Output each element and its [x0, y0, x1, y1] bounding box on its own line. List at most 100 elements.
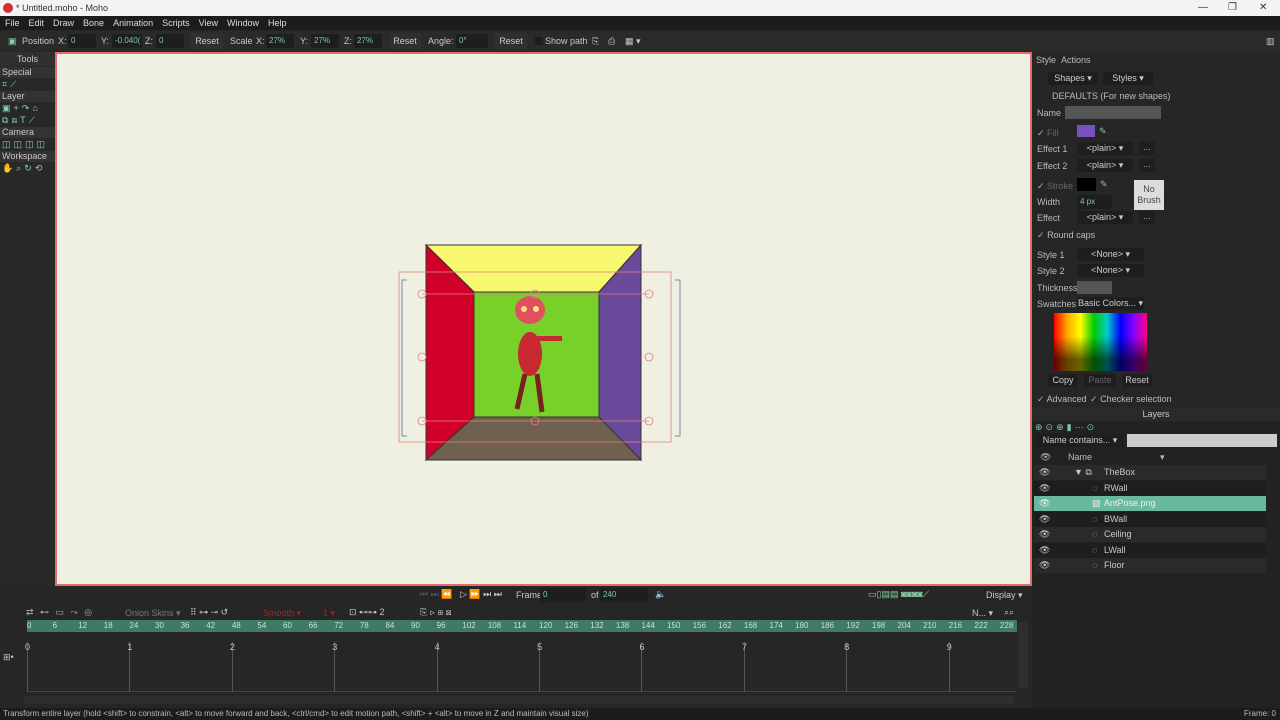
- paste-button[interactable]: Paste: [1084, 374, 1116, 387]
- fill-eyedropper-icon[interactable]: ✎: [1099, 126, 1107, 137]
- layer-row[interactable]: 👁 ◌ BWall: [1034, 511, 1266, 527]
- effect1-more-button[interactable]: ...: [1139, 142, 1155, 155]
- tool-button-icon[interactable]: ↷: [22, 102, 30, 114]
- tab-actions[interactable]: Actions: [1061, 55, 1091, 65]
- layer-row[interactable]: 👁 ◌ Floor: [1034, 558, 1266, 573]
- swatches-dropdown[interactable]: Basic Colors... ▾: [1077, 297, 1144, 310]
- onion-skins-dropdown[interactable]: Onion Skins ▾: [125, 608, 181, 619]
- total-frames-input[interactable]: 240: [600, 588, 648, 602]
- tool-button-icon[interactable]: T: [20, 114, 26, 126]
- position-y-input[interactable]: -0.040(: [112, 34, 142, 48]
- options-dropdown-icon[interactable]: ▦ ▾: [625, 31, 641, 51]
- stroke-color-swatch[interactable]: [1077, 178, 1096, 191]
- timeline-zoom-dropdown[interactable]: N... ▾: [972, 608, 993, 619]
- shapes-dropdown[interactable]: Shapes ▾: [1048, 72, 1098, 85]
- style2-dropdown[interactable]: <None> ▾: [1077, 264, 1144, 277]
- stroke-checkbox[interactable]: ✓ Stroke: [1037, 181, 1073, 192]
- interpolation-dropdown[interactable]: Smooth ▾: [263, 608, 301, 619]
- advanced-checkbox[interactable]: ✓ Advanced: [1037, 394, 1087, 405]
- playback-rewind-icons[interactable]: ⏮ ⏭ ⏪: [420, 589, 452, 600]
- menu-view[interactable]: View: [199, 16, 218, 30]
- visibility-eye-icon[interactable]: 👁: [1039, 543, 1050, 558]
- sequencer-icons[interactable]: ⎘ ⊳ ⊞ ⊠: [420, 607, 451, 618]
- checker-selection-checkbox[interactable]: ✓ Checker selection: [1090, 394, 1172, 405]
- layer-copy-icon[interactable]: ⎙: [608, 31, 615, 51]
- stroke-eyedropper-icon[interactable]: ✎: [1100, 179, 1108, 190]
- tool-button-icon[interactable]: ✋: [2, 162, 13, 174]
- visibility-eye-icon[interactable]: 👁: [1039, 465, 1050, 480]
- scale-y-input[interactable]: 27%: [311, 34, 339, 48]
- tool-button-icon[interactable]: ▣: [2, 102, 11, 114]
- timeline-horizontal-scrollbar[interactable]: [24, 696, 1014, 704]
- sort-chevron-icon[interactable]: ▾: [1160, 452, 1165, 463]
- reset-angle-button[interactable]: Reset: [495, 33, 527, 49]
- reset-swatches-button[interactable]: Reset: [1122, 374, 1152, 387]
- effect-more-button[interactable]: ...: [1139, 211, 1155, 224]
- thickness-input[interactable]: [1077, 281, 1112, 294]
- layer-search-input[interactable]: [1127, 434, 1277, 447]
- copy-button[interactable]: Copy: [1048, 374, 1078, 387]
- menu-edit[interactable]: Edit: [29, 16, 45, 30]
- layer-row[interactable]: 👁 ◌ LWall: [1034, 542, 1266, 558]
- minimize-button[interactable]: —: [1198, 0, 1208, 16]
- timeline-tracks[interactable]: 0 1 2 3 4 5 6 7 8 9: [25, 642, 1017, 692]
- visibility-eye-icon[interactable]: 👁: [1039, 527, 1050, 542]
- layer-row[interactable]: 👁 ◌ RWall: [1034, 480, 1266, 496]
- layer-row[interactable]: 👁 ▨ AntPose.png: [1034, 496, 1266, 511]
- timeline-vertical-scrollbar[interactable]: [1018, 622, 1028, 688]
- fill-checkbox[interactable]: ✓ Fill: [1037, 128, 1059, 139]
- tool-button-icon[interactable]: ↻: [24, 162, 32, 174]
- layer-row[interactable]: 👁 ▼ ⧉ TheBox: [1034, 465, 1266, 480]
- menu-animation[interactable]: Animation: [113, 16, 153, 30]
- zoom-icons[interactable]: ⌕⌕: [1004, 607, 1014, 618]
- tab-style[interactable]: Style: [1036, 55, 1056, 65]
- menu-window[interactable]: Window: [227, 16, 259, 30]
- close-button[interactable]: ✕: [1259, 0, 1267, 16]
- show-path-checkbox[interactable]: [535, 37, 543, 45]
- tool-button-icon[interactable]: +: [14, 102, 19, 114]
- width-input[interactable]: 4 px: [1077, 195, 1112, 209]
- scale-x-input[interactable]: 27%: [266, 34, 294, 48]
- tool-button-icon[interactable]: ◫: [25, 138, 34, 150]
- tool-button-icon[interactable]: ◫: [2, 138, 11, 150]
- tool-button-icon[interactable]: ◫: [37, 138, 46, 150]
- frame-ruler[interactable]: 0 6 12 18 24 30 36 42 48 54 60 66 72 78 84 90 96 102 108 11…: [27, 620, 1017, 632]
- styles-dropdown[interactable]: Styles ▾: [1103, 72, 1153, 85]
- visibility-eye-icon[interactable]: 👁: [1039, 558, 1050, 573]
- layer-icon[interactable]: ⎘: [592, 31, 599, 51]
- timeline-key-icons[interactable]: ⠿ ⊶ ⊸ ↺: [190, 607, 228, 618]
- audio-icon[interactable]: 🔈: [655, 589, 666, 600]
- playback-controls[interactable]: ▷ ⏩ ⏭ ⏭: [460, 589, 502, 600]
- color-swatches-grid[interactable]: [1054, 313, 1147, 371]
- scale-z-input[interactable]: 27%: [354, 34, 382, 48]
- reset-position-button[interactable]: Reset: [191, 33, 223, 49]
- no-brush-button[interactable]: No Brush: [1134, 180, 1164, 210]
- tool-button-icon[interactable]: ⟋: [29, 114, 35, 126]
- effect2-dropdown[interactable]: <plain> ▾: [1077, 159, 1133, 172]
- tool-button-icon[interactable]: ◫: [14, 138, 23, 150]
- layer-actions-icons[interactable]: ⊕⊙⊕▮⋯⊙: [1035, 422, 1097, 433]
- menu-help[interactable]: Help: [268, 16, 287, 30]
- round-caps-checkbox[interactable]: ✓ Round caps: [1037, 230, 1095, 241]
- tool-button-icon[interactable]: ⟲: [35, 162, 43, 174]
- menu-file[interactable]: File: [5, 16, 20, 30]
- menu-bone[interactable]: Bone: [83, 16, 104, 30]
- angle-input[interactable]: 0°: [456, 34, 488, 48]
- display-dropdown[interactable]: Display ▾: [986, 590, 1023, 601]
- effect1-dropdown[interactable]: <plain> ▾: [1077, 142, 1133, 155]
- current-frame-input[interactable]: 0: [540, 588, 586, 602]
- name-filter-dropdown[interactable]: Name contains... ▾: [1036, 434, 1124, 447]
- style1-dropdown[interactable]: <None> ▾: [1077, 248, 1144, 261]
- position-x-input[interactable]: 0: [68, 34, 96, 48]
- display-quality-icons[interactable]: ▭▯▤▤ ◙◙◙◙⟋: [868, 589, 929, 600]
- name-column-header[interactable]: Name: [1068, 452, 1092, 462]
- menu-draw[interactable]: Draw: [53, 16, 74, 30]
- tool-button-icon[interactable]: ⧈: [11, 114, 17, 126]
- maximize-button[interactable]: ❐: [1228, 0, 1237, 16]
- name-input[interactable]: [1065, 106, 1161, 119]
- tool-button-icon[interactable]: ⟋: [10, 78, 16, 90]
- visibility-eye-icon[interactable]: 👁: [1039, 512, 1050, 527]
- menu-scripts[interactable]: Scripts: [162, 16, 190, 30]
- tool-button-icon[interactable]: ⌗: [2, 78, 7, 90]
- tool-button-icon[interactable]: ⌕: [16, 162, 21, 174]
